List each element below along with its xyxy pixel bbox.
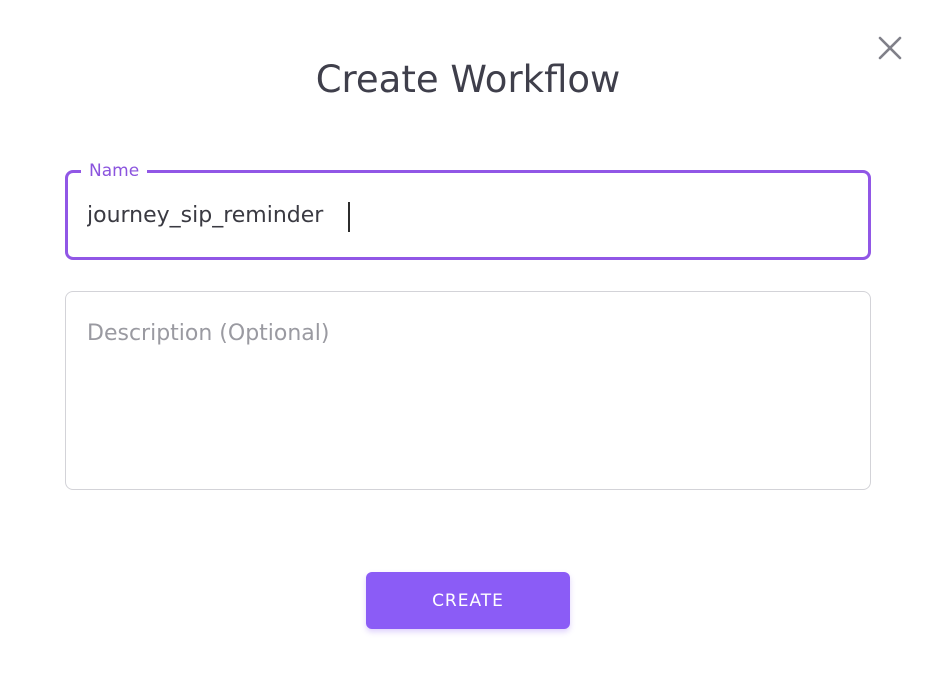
description-field <box>65 291 871 490</box>
name-input[interactable] <box>87 198 847 234</box>
name-field: Name <box>65 159 871 260</box>
create-button[interactable]: CREATE <box>366 572 570 629</box>
text-caret <box>348 202 350 232</box>
description-input[interactable] <box>87 318 847 468</box>
dialog-title: Create Workflow <box>315 58 621 101</box>
create-workflow-dialog: Create Workflow Name CREATE <box>0 0 942 690</box>
name-label: Name <box>81 159 148 183</box>
